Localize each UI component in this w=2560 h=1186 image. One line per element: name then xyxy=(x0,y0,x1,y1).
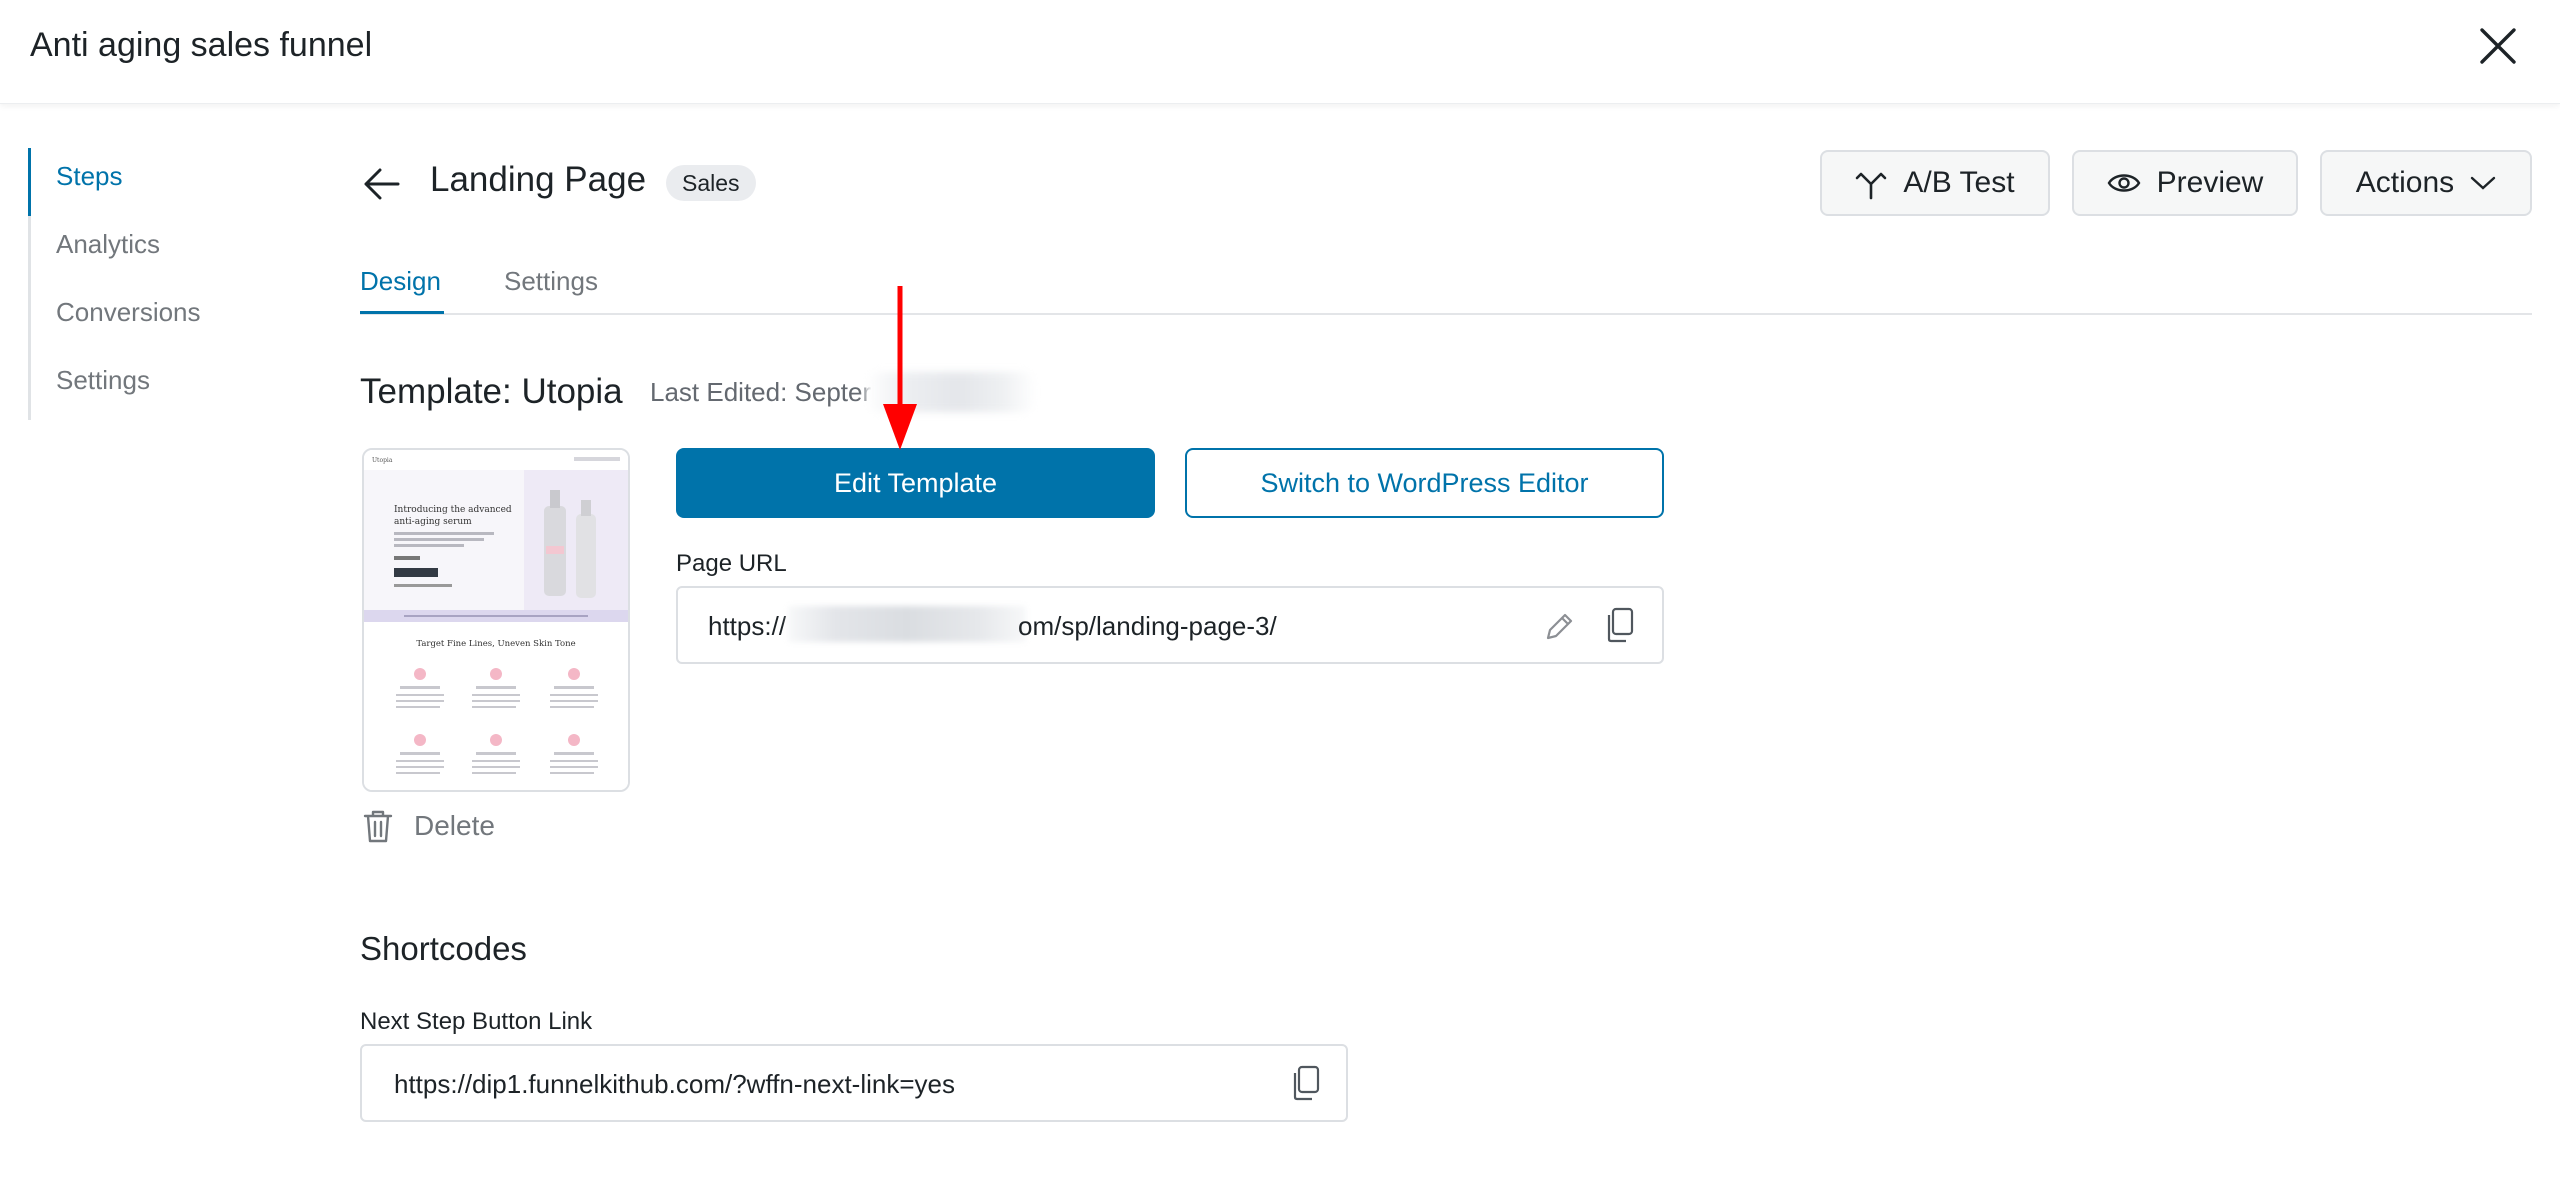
back-arrow-icon[interactable] xyxy=(360,162,404,206)
sidebar-item-settings[interactable]: Settings xyxy=(31,352,278,420)
copy-url-icon[interactable] xyxy=(1604,606,1636,644)
sidebar-nav: Steps Analytics Conversions Settings xyxy=(28,148,278,420)
thumb-logo: Utopia xyxy=(372,457,393,464)
tab-design[interactable]: Design xyxy=(360,266,441,297)
step-type-badge: Sales xyxy=(666,165,756,201)
preview-label: Preview xyxy=(2156,166,2264,199)
close-icon[interactable] xyxy=(2476,24,2520,68)
eye-icon xyxy=(2107,174,2141,192)
split-icon xyxy=(1856,172,1887,200)
delete-label: Delete xyxy=(414,810,495,841)
copy-shortcode-icon[interactable] xyxy=(1290,1064,1322,1102)
funnel-title: Anti aging sales funnel xyxy=(30,26,373,64)
next-step-link-label: Next Step Button Link xyxy=(360,1008,593,1035)
active-tab-indicator xyxy=(360,311,444,314)
last-edited-text: Last Edited: Septer xyxy=(650,377,872,407)
tab-settings[interactable]: Settings xyxy=(504,266,598,297)
next-step-link-field[interactable]: https://dip1.funnelkithub.com/?wffn-next… xyxy=(360,1044,1348,1122)
ab-test-button[interactable]: A/B Test xyxy=(1820,150,2050,216)
edit-url-icon[interactable] xyxy=(1542,610,1576,644)
page-url-suffix: om/sp/landing-page-3/ xyxy=(1018,611,1277,641)
top-bar: Anti aging sales funnel xyxy=(0,0,2560,104)
actions-label: Actions xyxy=(2355,166,2455,199)
redacted-domain xyxy=(788,606,1026,642)
step-title: Landing Page xyxy=(430,160,647,199)
page-url-prefix: https:// xyxy=(708,611,787,641)
svg-text:Introducing the advanced: Introducing the advanced xyxy=(394,505,512,515)
annotation-arrow-icon xyxy=(883,286,917,450)
template-name: Template: Utopia xyxy=(360,372,623,411)
ab-test-label: A/B Test xyxy=(1903,166,2015,199)
trash-icon xyxy=(363,810,393,843)
switch-editor-button[interactable]: Switch to WordPress Editor xyxy=(1185,448,1664,518)
sidebar-item-analytics[interactable]: Analytics xyxy=(31,216,278,284)
delete-template-button[interactable]: Delete xyxy=(362,808,495,844)
edit-template-button[interactable]: Edit Template xyxy=(676,448,1155,518)
preview-button[interactable]: Preview xyxy=(2072,150,2298,216)
shortcodes-title: Shortcodes xyxy=(360,930,527,967)
redacted-date xyxy=(866,372,1036,412)
next-step-link-url: https://dip1.funnelkithub.com/?wffn-next… xyxy=(394,1069,955,1099)
svg-text:anti-aging serum: anti-aging serum xyxy=(394,517,472,527)
sidebar-item-conversions[interactable]: Conversions xyxy=(31,284,278,352)
tabs-divider xyxy=(360,313,2532,315)
template-thumbnail[interactable]: Utopia Introducing the advanced anti-agi… xyxy=(362,448,630,792)
page-url-field[interactable]: https:// om/sp/landing-page-3/ xyxy=(676,586,1664,664)
template-preview-image: Utopia Introducing the advanced anti-agi… xyxy=(364,450,628,790)
sidebar-item-steps[interactable]: Steps xyxy=(28,148,278,216)
thumb-section-heading: Target Fine Lines, Uneven Skin Tone xyxy=(416,639,575,649)
chevron-down-icon xyxy=(2470,176,2496,190)
page-url-label: Page URL xyxy=(676,550,787,577)
actions-button[interactable]: Actions xyxy=(2320,150,2532,216)
